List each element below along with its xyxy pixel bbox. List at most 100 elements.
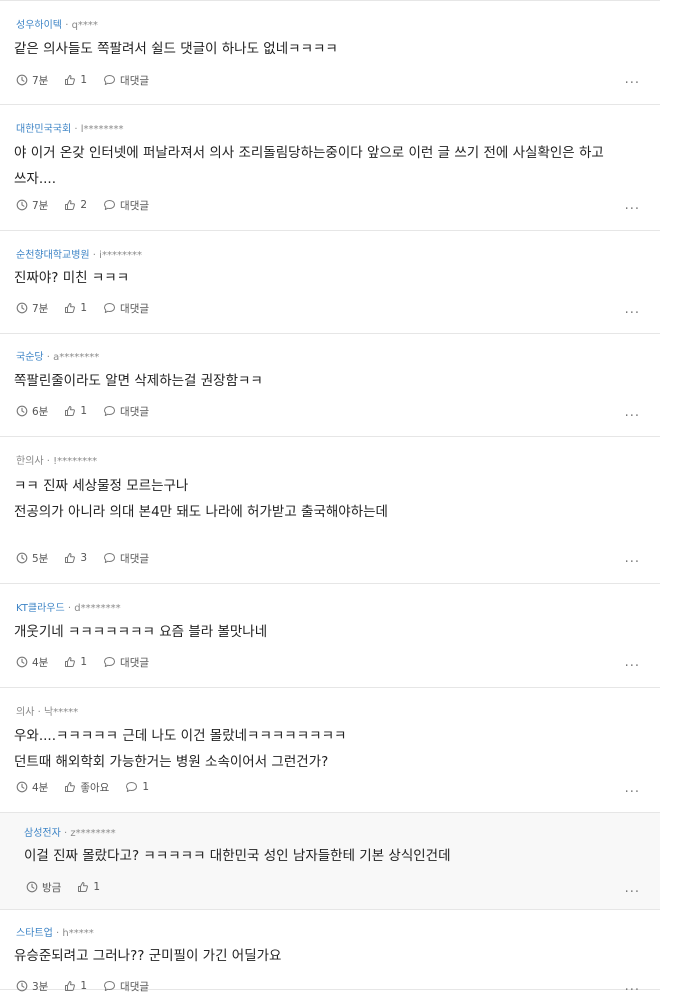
like-button[interactable]: 1 — [64, 656, 87, 668]
comment-actions: 3분 1 대댓글 — [16, 979, 165, 993]
reply-label: 대댓글 — [120, 656, 150, 669]
reply-button[interactable]: 대댓글 — [103, 979, 149, 994]
more-dots-icon[interactable]: ... — [625, 552, 640, 565]
comment-text-line: 진짜야? 미친 ㅋㅋㅋ — [14, 270, 130, 286]
reply-button[interactable]: 대댓글 — [103, 301, 149, 316]
more-dots-icon[interactable]: ... — [625, 656, 640, 669]
like-button[interactable]: 3 — [64, 552, 87, 564]
like-button[interactable]: 1 — [64, 980, 87, 992]
meta-separator: · — [46, 456, 50, 467]
comment-item: 스타트업 · h***** 유승준되려고 그러나?? 군미필이 가긴 어딜가요 … — [0, 910, 660, 993]
like-button[interactable]: 1 — [64, 405, 87, 417]
comment-meta: 순천향대학교병원 · i******** — [16, 250, 142, 262]
comment-body: ㅋㅋ 진짜 세상물정 모르는구나 전공의가 아니라 의대 본4만 돼도 나라에 허… — [14, 473, 644, 525]
company-name[interactable]: 의사 — [16, 707, 34, 718]
time-stamp: 5분 — [16, 551, 48, 566]
time-stamp: 7분 — [16, 198, 48, 213]
thumbs-up-icon — [64, 302, 80, 314]
like-button[interactable]: 좋아요 — [64, 780, 109, 795]
like-button[interactable]: 1 — [77, 881, 100, 893]
time-text: 7분 — [32, 199, 49, 212]
clock-icon — [16, 199, 32, 211]
reply-button[interactable]: 대댓글 — [103, 551, 149, 566]
more-dots-icon[interactable]: ... — [625, 882, 640, 895]
clock-icon — [16, 980, 32, 992]
user-id: !******** — [53, 456, 98, 467]
speech-bubble-icon — [103, 302, 120, 314]
comment-item: 한의사 · !******** ㅋㅋ 진짜 세상물정 모르는구나 전공의가 아니라… — [0, 437, 660, 584]
user-id: a******** — [53, 352, 100, 363]
comment-text-line: 유승준되려고 그러나?? 군미필이 가긴 어딜가요 — [14, 948, 282, 964]
comment-text-line: 쪽팔린줄이라도 알면 삭제하는걸 권장함ㅋㅋ — [14, 373, 263, 389]
comment-actions: 4분 좋아요 1 — [16, 780, 165, 794]
comment-text-line: 전공의가 아니라 의대 본4만 돼도 나라에 허가받고 출국해야하는데 — [14, 504, 388, 520]
like-count: 1 — [93, 881, 101, 893]
comment-text-line: 야 이거 온갖 인터넷에 퍼날라져서 의사 조리돌림당하는중이다 앞으로 이런 … — [14, 145, 604, 161]
reply-button[interactable]: 1 — [125, 781, 149, 793]
speech-bubble-icon — [103, 656, 120, 668]
thumbs-up-icon — [64, 405, 80, 417]
company-name[interactable]: 국순당 — [16, 352, 44, 363]
like-count: 좋아요 — [80, 781, 110, 794]
more-dots-icon[interactable]: ... — [625, 782, 640, 795]
clock-icon — [26, 881, 42, 893]
comment-body: 이걸 진짜 몰랐다고? ㅋㅋㅋㅋㅋ 대한민국 성인 남자들한테 기본 상식인건데 — [24, 843, 644, 869]
comment-body: 우와....ㅋㅋㅋㅋㅋ 근데 나도 이건 몰랐네ㅋㅋㅋㅋㅋㅋㅋㅋ 던트때 해외학회… — [14, 723, 644, 775]
reply-label: 대댓글 — [120, 405, 150, 418]
more-dots-icon[interactable]: ... — [625, 980, 640, 993]
time-stamp: 4분 — [16, 780, 48, 795]
reply-button[interactable]: 대댓글 — [103, 655, 149, 670]
like-button[interactable]: 1 — [64, 302, 87, 314]
company-name[interactable]: 성우하이텍 — [16, 20, 62, 31]
clock-icon — [16, 302, 32, 314]
reply-button[interactable]: 대댓글 — [103, 404, 149, 419]
like-button[interactable]: 1 — [64, 74, 87, 86]
reply-button[interactable]: 대댓글 — [103, 198, 149, 213]
reply-comment: 삼성전자 · z******** 이걸 진짜 몰랐다고? ㅋㅋㅋㅋㅋ 대한민국 … — [0, 813, 660, 910]
thumbs-up-icon — [64, 74, 80, 86]
time-text: 4분 — [32, 781, 49, 794]
user-id: h***** — [62, 928, 94, 939]
company-name[interactable]: 한의사 — [16, 456, 44, 467]
clock-icon — [16, 74, 32, 86]
user-id: l******** — [80, 124, 124, 135]
comment-meta: 한의사 · !******** — [16, 456, 97, 468]
time-text: 7분 — [32, 74, 49, 87]
like-count: 3 — [80, 552, 88, 564]
more-dots-icon[interactable]: ... — [625, 73, 640, 86]
reply-button[interactable]: 대댓글 — [103, 73, 149, 88]
speech-bubble-icon — [103, 552, 120, 564]
comment-item: KT클라우드 · d******** 개웃기네 ㅋㅋㅋㅋㅋㅋㅋ 요즘 블라 볼맛… — [0, 584, 660, 688]
time-stamp: 6분 — [16, 404, 48, 419]
comment-actions: 6분 1 대댓글 — [16, 404, 165, 418]
clock-icon — [16, 781, 32, 793]
company-name[interactable]: 스타트업 — [16, 928, 53, 939]
thumbs-up-icon — [64, 980, 80, 992]
more-dots-icon[interactable]: ... — [625, 199, 640, 212]
like-count: 1 — [80, 980, 88, 992]
thumbs-up-icon — [64, 656, 80, 668]
comment-meta: 대한민국국회 · l******** — [16, 124, 124, 136]
reply-label: 대댓글 — [120, 302, 150, 315]
meta-separator: · — [37, 707, 41, 718]
time-text: 4분 — [32, 656, 49, 669]
comment-item: 순천향대학교병원 · i******** 진짜야? 미친 ㅋㅋㅋ 7분 1 대댓… — [0, 231, 660, 334]
company-name[interactable]: KT클라우드 — [16, 603, 65, 614]
reply-label: 1 — [142, 781, 150, 793]
time-stamp: 3분 — [16, 979, 48, 994]
time-stamp: 4분 — [16, 655, 48, 670]
comment-text-line: 개웃기네 ㅋㅋㅋㅋㅋㅋㅋ 요즘 블라 볼맛나네 — [14, 624, 268, 640]
comment-text-line: 쓰자.... — [14, 171, 57, 187]
company-name[interactable]: 삼성전자 — [24, 828, 61, 839]
clock-icon — [16, 656, 32, 668]
user-id: z******** — [70, 828, 116, 839]
more-dots-icon[interactable]: ... — [625, 303, 640, 316]
company-name[interactable]: 순천향대학교병원 — [16, 250, 90, 261]
like-count: 1 — [80, 302, 88, 314]
like-count: 2 — [80, 199, 88, 211]
company-name[interactable]: 대한민국국회 — [16, 124, 71, 135]
more-dots-icon[interactable]: ... — [625, 406, 640, 419]
reply-label: 대댓글 — [120, 199, 150, 212]
like-button[interactable]: 2 — [64, 199, 87, 211]
meta-separator: · — [92, 250, 96, 261]
